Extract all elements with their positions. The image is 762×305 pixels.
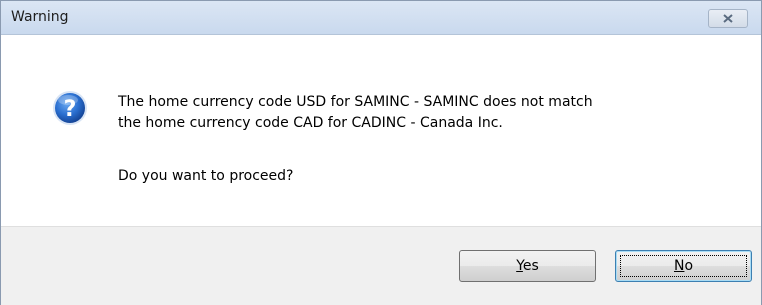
warning-dialog: Warning ? The home currency code USD for…	[0, 0, 762, 305]
close-x-icon	[723, 14, 733, 23]
dialog-title: Warning	[11, 9, 69, 25]
dialog-content: ? The home currency code USD for SAMINC …	[1, 35, 761, 226]
focus-indicator	[620, 255, 747, 277]
prompt-text: Do you want to proceed?	[118, 168, 294, 184]
no-button[interactable]: No	[615, 250, 752, 282]
yes-button[interactable]: Yes	[459, 250, 596, 282]
button-bar: Yes No	[1, 226, 761, 305]
message-text: The home currency code USD for SAMINC - …	[118, 92, 593, 134]
message-line-2: the home currency code CAD for CADINC - …	[118, 115, 503, 131]
yes-button-label: Yes	[516, 258, 539, 274]
question-icon: ?	[53, 91, 87, 125]
message-line-1: The home currency code USD for SAMINC - …	[118, 94, 593, 110]
title-bar[interactable]: Warning	[1, 1, 761, 35]
close-button[interactable]	[708, 9, 748, 28]
svg-text:?: ?	[64, 97, 77, 122]
